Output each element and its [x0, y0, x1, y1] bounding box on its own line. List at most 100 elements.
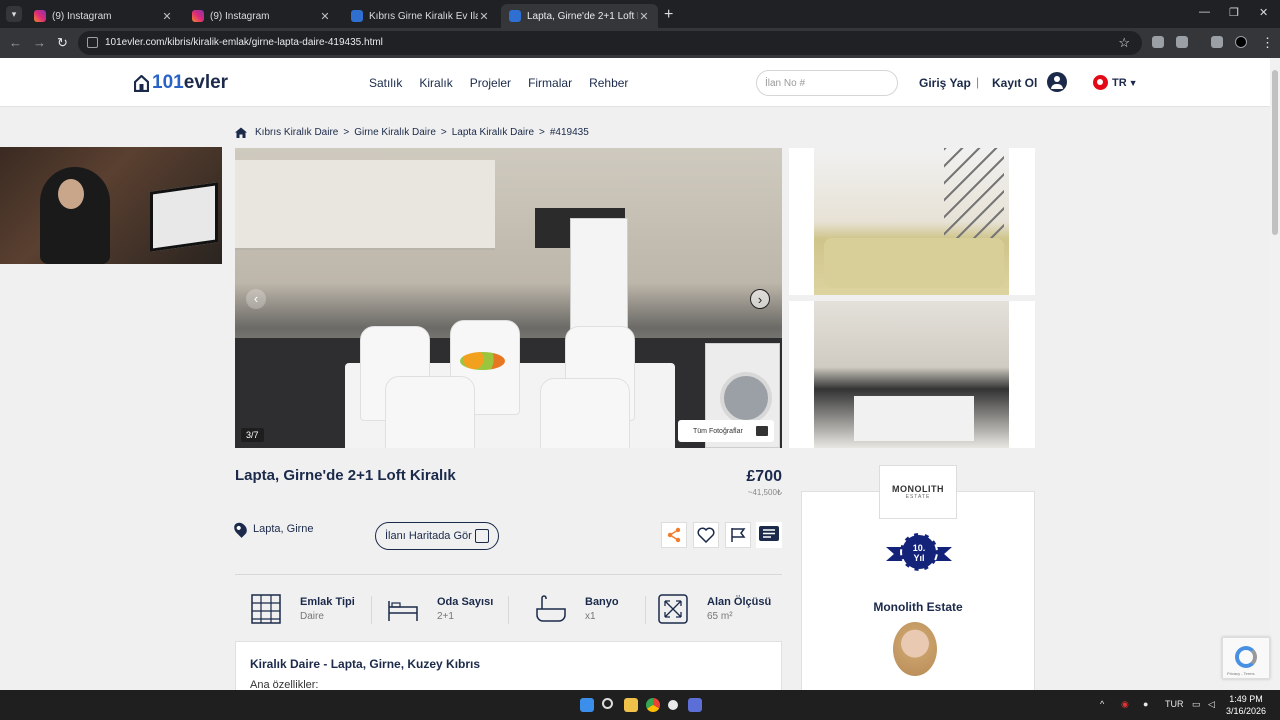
nav-item-satilik[interactable]: Satılık — [369, 76, 402, 90]
nav-item-firmalar[interactable]: Firmalar — [528, 76, 572, 90]
forward-icon[interactable]: → — [33, 35, 46, 50]
close-icon[interactable]: ✕ — [161, 10, 173, 23]
agency-logo[interactable]: MONOLITH ESTATE — [879, 465, 957, 519]
listing-number-search-input[interactable]: İlan No # — [756, 70, 898, 96]
listing-location: Lapta, Girne — [231, 520, 314, 538]
site-info-icon[interactable] — [87, 37, 98, 48]
chrome-icon[interactable] — [646, 698, 660, 712]
feature-separator — [508, 596, 509, 624]
media-control-icon[interactable] — [1211, 36, 1223, 48]
browser-tab[interactable]: (9) Instagram ✕ — [184, 4, 339, 28]
scrollbar-thumb[interactable] — [1272, 70, 1278, 235]
home-icon[interactable] — [235, 127, 247, 138]
101evler-icon — [509, 10, 521, 22]
thumbnail-slot[interactable] — [789, 148, 1035, 295]
house-logo-icon — [134, 74, 149, 92]
network-icon[interactable]: ▭ — [1192, 699, 1201, 710]
recaptcha-badge[interactable]: Privacy - Terms — [1222, 637, 1270, 679]
restore-icon[interactable]: ❐ — [1229, 6, 1239, 19]
breadcrumb-link[interactable]: Kıbrıs Kiralık Daire — [255, 127, 338, 138]
area-icon — [658, 594, 688, 624]
favorite-button[interactable] — [693, 522, 719, 548]
report-button[interactable] — [725, 522, 751, 548]
view-on-map-button[interactable]: İlanı Haritada Gör — [375, 522, 499, 550]
tray-app-icon[interactable]: ◉ — [1121, 699, 1129, 710]
message-button[interactable] — [756, 522, 782, 548]
extension-icon[interactable] — [1152, 36, 1164, 48]
windows-start-icon[interactable] — [580, 698, 594, 712]
browser-tab[interactable]: Kıbrıs Girne Kiralık Ev İlanları ve ✕ — [343, 4, 498, 28]
breadcrumb-link[interactable]: Girne Kiralık Daire — [354, 127, 436, 138]
main-photo[interactable]: ‹ › 3/7 Tüm Fotoğraflar — [235, 148, 782, 448]
tray-chevron-icon[interactable]: ^ — [1100, 699, 1104, 709]
nav-item-kiralik[interactable]: Kiralık — [419, 76, 452, 90]
instagram-icon — [192, 10, 204, 22]
browser-tab[interactable]: (9) Instagram ✕ — [26, 4, 181, 28]
register-link[interactable]: Kayıt Ol — [992, 76, 1037, 90]
file-explorer-icon[interactable] — [624, 698, 638, 712]
thumbnail-slot[interactable] — [789, 301, 1035, 448]
header-separator: | — [976, 75, 980, 89]
browser-tab-bar: ▾ (9) Instagram ✕ (9) Instagram ✕ Kıbrıs… — [0, 0, 1280, 28]
all-photos-button[interactable]: Tüm Fotoğraflar — [678, 420, 774, 442]
user-account-icon[interactable] — [1047, 72, 1067, 92]
agent-avatar[interactable] — [893, 622, 937, 676]
tab-title: (9) Instagram — [52, 10, 112, 22]
tab-title: Kıbrıs Girne Kiralık Ev İlanları ve — [369, 10, 478, 22]
nav-item-projeler[interactable]: Projeler — [470, 76, 511, 90]
feature-value: Daire — [300, 611, 324, 622]
close-icon[interactable]: ✕ — [319, 10, 331, 23]
reload-icon[interactable]: ↻ — [57, 35, 68, 51]
app-icon[interactable] — [668, 700, 678, 710]
listing-price-try: ~41,500₺ — [747, 488, 782, 497]
breadcrumb-link[interactable]: Lapta Kiralık Daire — [452, 127, 534, 138]
login-link[interactable]: Giriş Yap — [919, 76, 971, 90]
anniversary-badge: 10. Yıl — [886, 533, 952, 577]
system-clock[interactable]: 1:49 PM 3/16/2026 — [1222, 693, 1270, 717]
window-close-icon[interactable]: ✕ — [1259, 6, 1268, 19]
share-button[interactable] — [661, 522, 687, 548]
volume-icon[interactable]: ◁ — [1208, 699, 1215, 710]
site-logo[interactable]: 101 evler — [134, 72, 228, 94]
staircase — [944, 148, 1004, 238]
browser-tab-active[interactable]: Lapta, Girne'de 2+1 Loft Kiralık ✕ — [501, 4, 658, 28]
app-icon[interactable] — [688, 698, 702, 712]
close-icon[interactable]: ✕ — [638, 10, 650, 23]
close-icon[interactable]: ✕ — [478, 10, 490, 23]
building-icon — [251, 594, 281, 624]
browser-toolbar: ← → ↻ 101evler.com/kibris/kiralik-emlak/… — [0, 28, 1280, 58]
feature-area: Alan Ölçüsü 65 m² — [657, 593, 771, 625]
agency-name[interactable]: Monolith Estate — [801, 600, 1035, 614]
page-scrollbar[interactable] — [1270, 58, 1280, 690]
minimize-icon[interactable]: — — [1199, 6, 1210, 18]
streamer-face — [58, 179, 84, 209]
tab-search-button[interactable]: ▾ — [6, 6, 22, 22]
bookmark-star-icon[interactable]: ☆ — [1118, 35, 1130, 51]
site-header: 101 evler Satılık Kiralık Projeler Firma… — [0, 58, 1270, 107]
back-icon[interactable]: ← — [9, 35, 22, 50]
new-tab-button[interactable]: + — [664, 6, 673, 24]
next-photo-button[interactable]: › — [750, 289, 770, 309]
fruit-bowl — [460, 352, 505, 370]
101evler-icon — [351, 10, 363, 22]
url-text: 101evler.com/kibris/kiralik-emlak/girne-… — [105, 37, 383, 48]
location-pin-icon — [231, 520, 250, 538]
nav-item-rehber[interactable]: Rehber — [589, 76, 628, 90]
feature-name: Emlak Tipi — [300, 596, 355, 608]
more-menu-icon[interactable]: ⋮ — [1261, 35, 1274, 51]
breadcrumb-separator: > — [539, 127, 545, 138]
input-language[interactable]: TUR — [1165, 699, 1184, 709]
badge-circle: 10. Yıl — [900, 533, 938, 571]
search-icon[interactable] — [602, 698, 613, 709]
feature-rooms: Oda Sayısı 2+1 — [387, 593, 493, 625]
microphone-icon[interactable]: ● — [1143, 699, 1148, 709]
language-selector[interactable]: TR ▼ — [1093, 75, 1138, 90]
clock-time: 1:49 PM — [1229, 694, 1263, 704]
thumbnail-photo[interactable] — [814, 148, 1009, 295]
profile-avatar-icon[interactable] — [1235, 36, 1247, 48]
thumbnail-photo[interactable] — [814, 301, 1009, 448]
address-bar[interactable]: 101evler.com/kibris/kiralik-emlak/girne-… — [78, 31, 1142, 55]
previous-photo-button[interactable]: ‹ — [246, 289, 266, 309]
extensions-puzzle-icon[interactable] — [1176, 36, 1188, 48]
breadcrumb: Kıbrıs Kiralık Daire > Girne Kiralık Dai… — [235, 127, 589, 138]
